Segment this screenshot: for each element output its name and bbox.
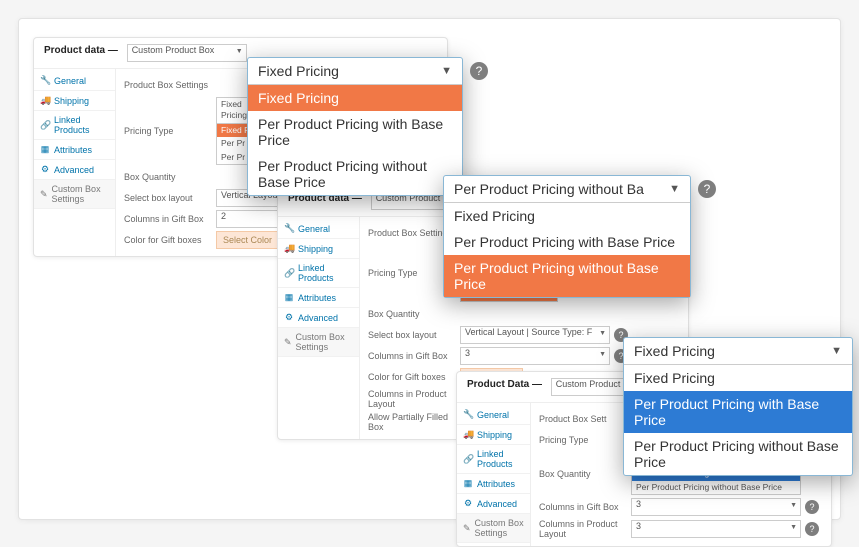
allow-partial-label: Allow Partially Filled Box bbox=[368, 412, 460, 432]
cols-gift-label: Columns in Gift Box bbox=[124, 214, 216, 224]
tab-linked[interactable]: 🔗Linked Products bbox=[278, 259, 359, 288]
tab-shipping[interactable]: 🚚Shipping bbox=[457, 425, 530, 445]
tab-advanced[interactable]: ⚙Advanced bbox=[278, 308, 359, 328]
dropdown-option-without-base[interactable]: Per Product Pricing without Base Price bbox=[444, 255, 690, 297]
box-qty-label: Box Quantity bbox=[368, 309, 460, 319]
help-icon[interactable]: ? bbox=[805, 522, 819, 536]
truck-icon: 🚚 bbox=[40, 95, 50, 106]
help-icon[interactable]: ? bbox=[805, 500, 819, 514]
box-qty-label: Box Quantity bbox=[124, 172, 216, 182]
truck-icon: 🚚 bbox=[284, 243, 294, 254]
cols-gift-select[interactable]: 3 bbox=[460, 347, 610, 365]
pricing-dropdown-overlay-2: ? Per Product Pricing without Ba▼ Fixed … bbox=[443, 175, 691, 298]
tag-icon: ▦ bbox=[40, 144, 50, 155]
cols-product-label: Columns in Product Layout bbox=[539, 519, 631, 539]
wrench-icon: 🔧 bbox=[463, 409, 473, 420]
link-icon: 🔗 bbox=[40, 120, 50, 131]
gear-icon: ⚙ bbox=[463, 498, 473, 509]
cols-gift-select[interactable]: 3 bbox=[631, 498, 801, 516]
truck-icon: 🚚 bbox=[463, 429, 473, 440]
color-label: Color for Gift boxes bbox=[124, 235, 216, 245]
dropdown-option-with-base[interactable]: Per Product Pricing with Base Price bbox=[248, 111, 462, 153]
settings-header: Product Box Settings bbox=[124, 80, 216, 90]
chevron-down-icon: ▼ bbox=[669, 183, 680, 195]
pencil-icon: ✎ bbox=[463, 523, 471, 534]
dropdown-option-without-base[interactable]: Per Product Pricing without Base Price bbox=[248, 153, 462, 195]
settings-header: Product Box Sett bbox=[539, 414, 631, 424]
select-color-button[interactable]: Select Color bbox=[216, 231, 279, 249]
wrench-icon: 🔧 bbox=[284, 223, 294, 234]
cols-product-label: Columns in Product Layout bbox=[368, 389, 460, 409]
cols-product-select[interactable]: 3 bbox=[631, 520, 801, 538]
tab-advanced[interactable]: ⚙Advanced bbox=[34, 160, 115, 180]
color-label: Color for Gift boxes bbox=[368, 372, 460, 382]
product-data-select[interactable]: Custom Product Box bbox=[127, 44, 247, 62]
tab-linked[interactable]: 🔗Linked Products bbox=[457, 445, 530, 474]
pencil-icon: ✎ bbox=[284, 337, 292, 348]
link-icon: 🔗 bbox=[463, 454, 473, 465]
tab-custom-box[interactable]: ✎Custom Box Settings bbox=[34, 180, 115, 209]
dropdown-option-fixed[interactable]: Fixed Pricing bbox=[248, 85, 462, 111]
pricing-type-label: Pricing Type bbox=[124, 126, 216, 136]
pricing-type-label: Pricing Type bbox=[539, 435, 631, 445]
dropdown-option-fixed[interactable]: Fixed Pricing bbox=[444, 203, 690, 229]
gear-icon: ⚙ bbox=[40, 164, 50, 175]
nav-tabs: 🔧General 🚚Shipping 🔗Linked Products ▦Att… bbox=[34, 69, 116, 256]
tag-icon: ▦ bbox=[463, 478, 473, 489]
chevron-down-icon: ▼ bbox=[831, 345, 842, 357]
dropdown-current[interactable]: Fixed Pricing▼ bbox=[624, 338, 852, 365]
canvas: Product data — Custom Product Box 🔧Gener… bbox=[18, 18, 841, 520]
nav-tabs: 🔧General 🚚Shipping 🔗Linked Products ▦Att… bbox=[278, 217, 360, 439]
pricing-dropdown-overlay-1: ? Fixed Pricing▼ Fixed Pricing Per Produ… bbox=[247, 57, 463, 196]
dropdown-current[interactable]: Fixed Pricing▼ bbox=[248, 58, 462, 85]
help-icon[interactable]: ? bbox=[698, 180, 716, 198]
dropdown-option-with-base[interactable]: Per Product Pricing with Base Price bbox=[624, 391, 852, 433]
dropdown-option-fixed[interactable]: Fixed Pricing bbox=[624, 365, 852, 391]
tab-advanced[interactable]: ⚙Advanced bbox=[457, 494, 530, 514]
cols-gift-label: Columns in Gift Box bbox=[539, 502, 631, 512]
link-icon: 🔗 bbox=[284, 268, 294, 279]
box-qty-label: Box Quantity bbox=[539, 469, 631, 479]
tab-shipping[interactable]: 🚚Shipping bbox=[34, 91, 115, 111]
pricing-dropdown-overlay-3: ? Fixed Pricing▼ Fixed Pricing Per Produ… bbox=[623, 337, 853, 476]
tag-icon: ▦ bbox=[284, 292, 294, 303]
chevron-down-icon: ▼ bbox=[441, 65, 452, 77]
wrench-icon: 🔧 bbox=[40, 75, 50, 86]
layout-select[interactable]: Vertical Layout | Source Type: F bbox=[460, 326, 610, 344]
dropdown-option-with-base[interactable]: Per Product Pricing with Base Price bbox=[444, 229, 690, 255]
product-data-label: Product data — bbox=[44, 45, 118, 56]
tab-shipping[interactable]: 🚚Shipping bbox=[278, 239, 359, 259]
tab-attributes[interactable]: ▦Attributes bbox=[457, 474, 530, 494]
tab-general[interactable]: 🔧General bbox=[278, 219, 359, 239]
gear-icon: ⚙ bbox=[284, 312, 294, 323]
tab-attributes[interactable]: ▦Attributes bbox=[278, 288, 359, 308]
nav-tabs: 🔧General 🚚Shipping 🔗Linked Products ▦Att… bbox=[457, 403, 531, 546]
help-icon[interactable]: ? bbox=[470, 62, 488, 80]
tab-attributes[interactable]: ▦Attributes bbox=[34, 140, 115, 160]
tab-linked[interactable]: 🔗Linked Products bbox=[34, 111, 115, 140]
tab-general[interactable]: 🔧General bbox=[34, 71, 115, 91]
tab-custom-box[interactable]: ✎Custom Box Settings bbox=[278, 328, 359, 357]
pencil-icon: ✎ bbox=[40, 189, 48, 200]
dropdown-option-without-base[interactable]: Per Product Pricing without Base Price bbox=[624, 433, 852, 475]
tab-general[interactable]: 🔧General bbox=[457, 405, 530, 425]
layout-label: Select box layout bbox=[368, 330, 460, 340]
layout-label: Select box layout bbox=[124, 193, 216, 203]
product-data-label: Product Data — bbox=[467, 379, 542, 390]
tab-custom-box[interactable]: ✎Custom Box Settings bbox=[457, 514, 530, 543]
dropdown-current[interactable]: Per Product Pricing without Ba▼ bbox=[444, 176, 690, 203]
cols-gift-label: Columns in Gift Box bbox=[368, 351, 460, 361]
